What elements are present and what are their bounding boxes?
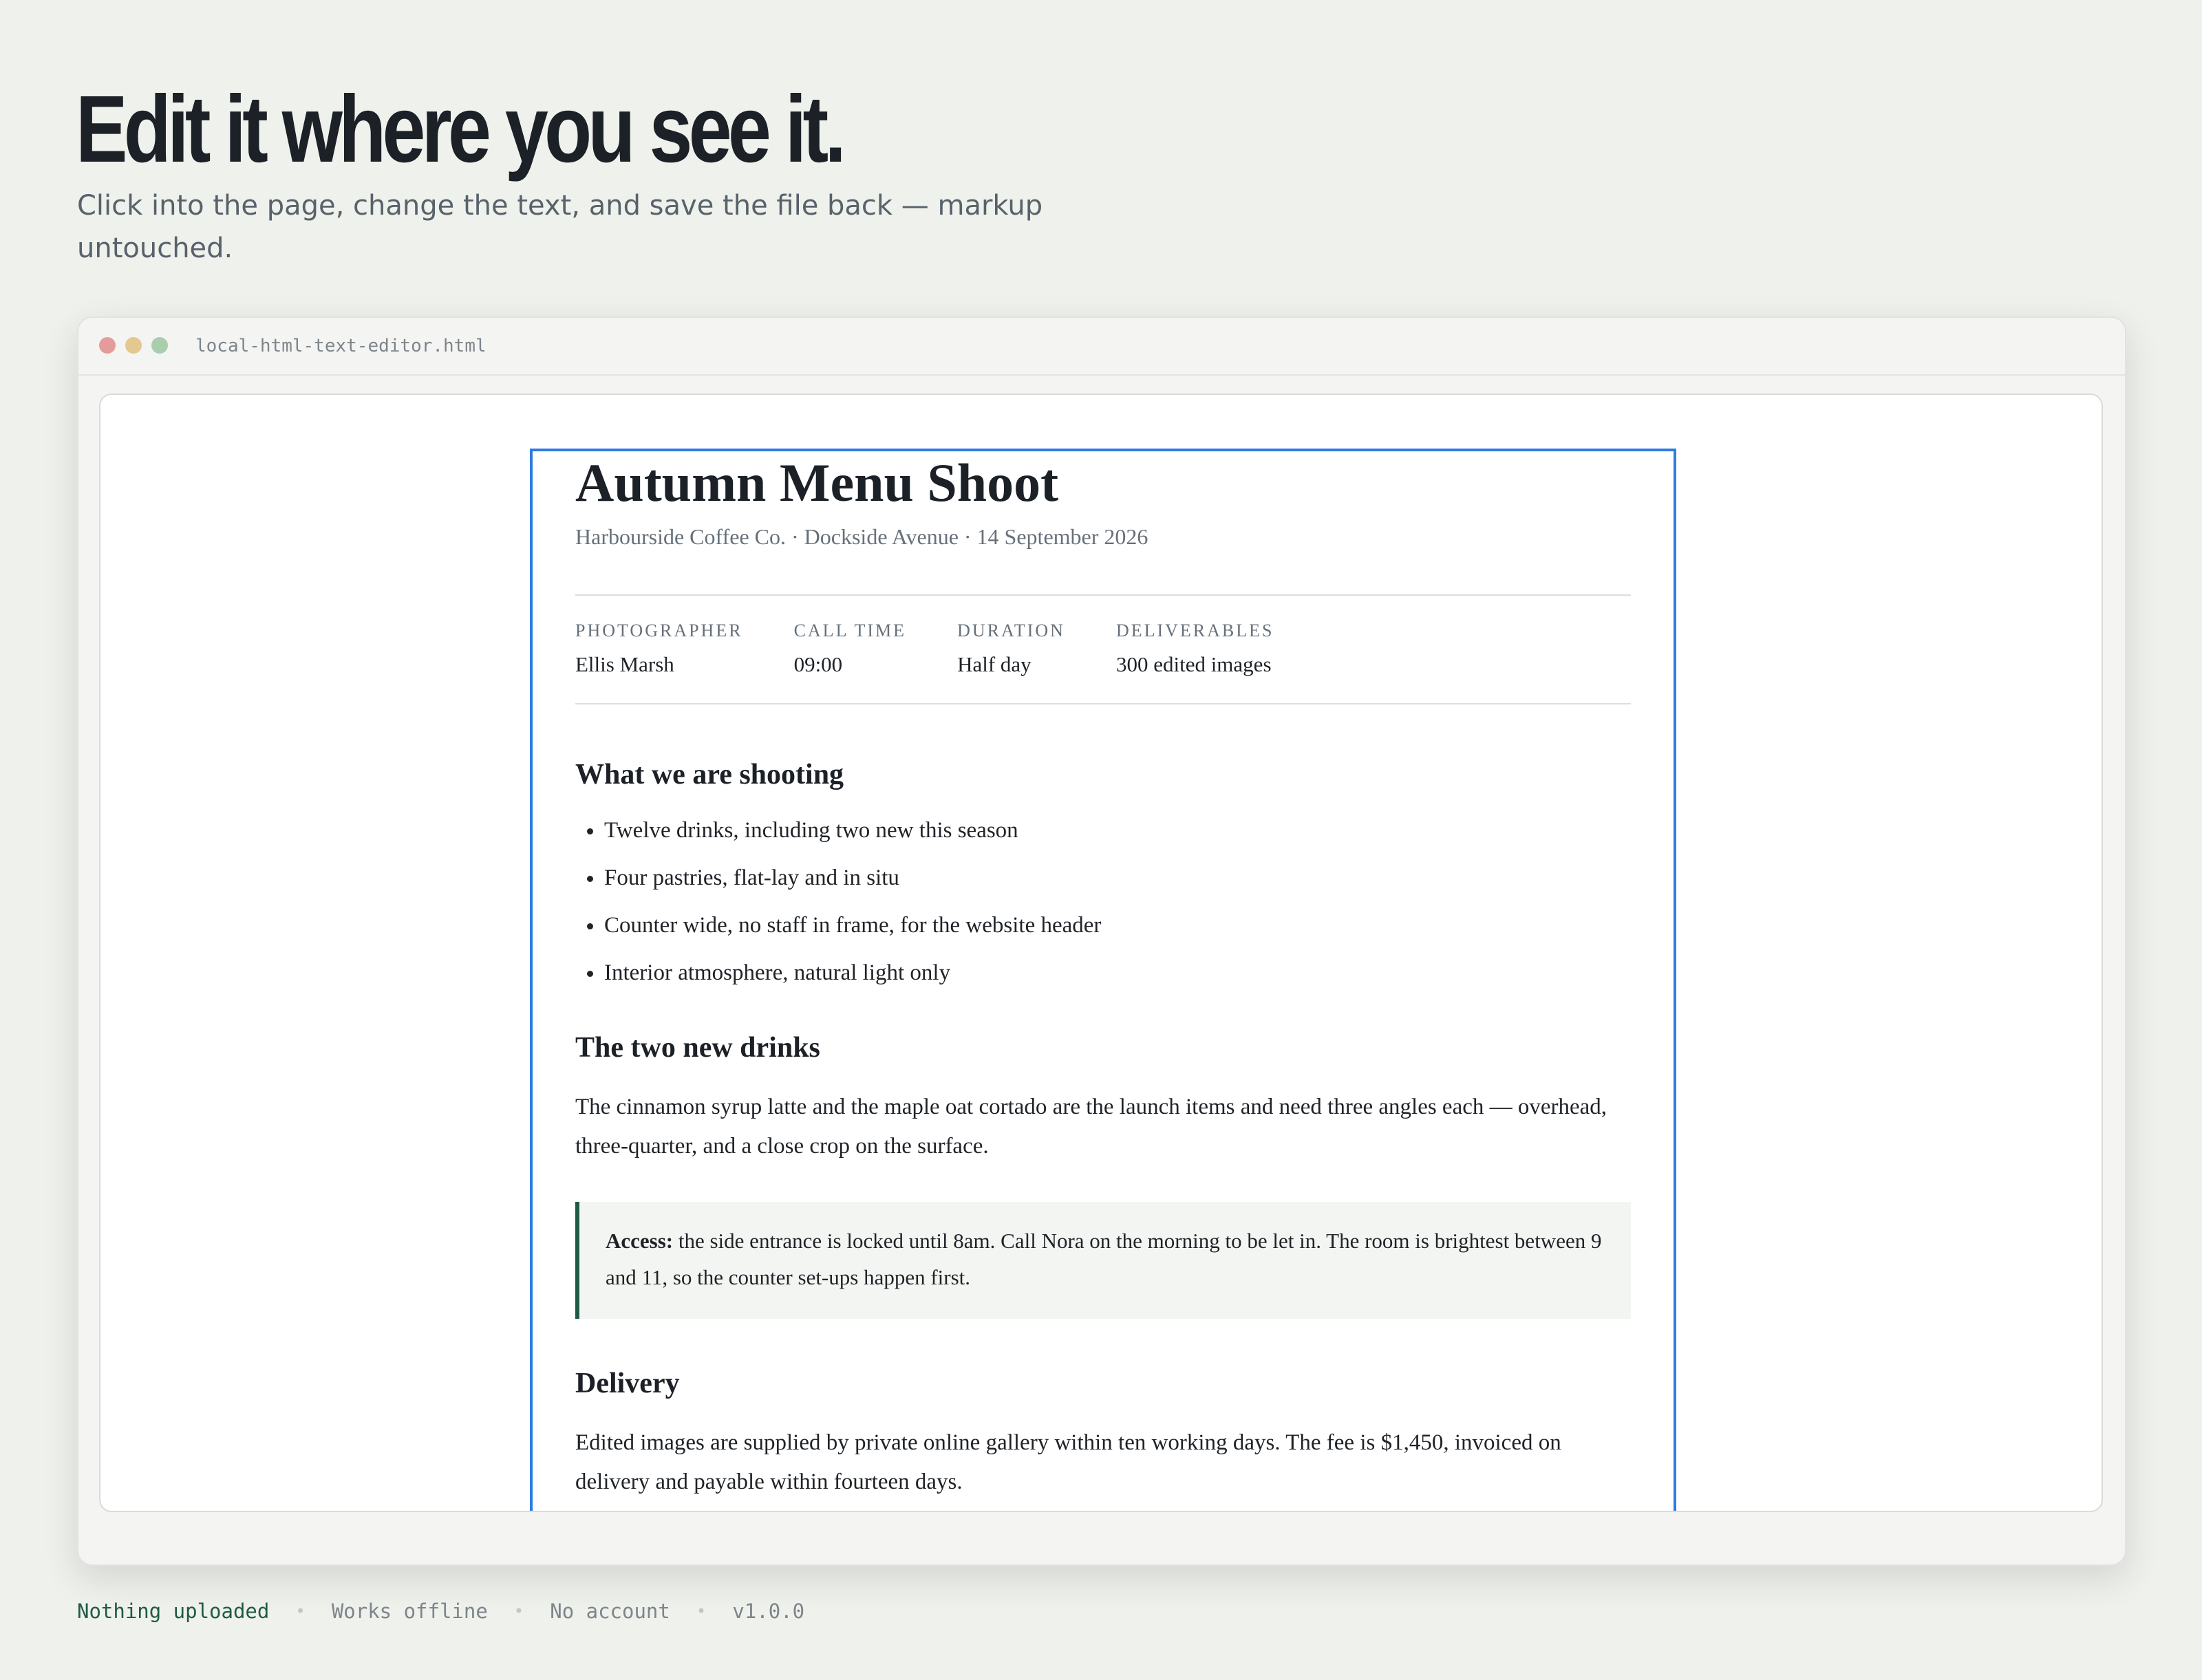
callout-text: the side entrance is locked until 8am. C… bbox=[606, 1229, 1602, 1289]
list-item[interactable]: Interior atmosphere, natural light only bbox=[604, 957, 1631, 989]
section-heading-new-drinks[interactable]: The two new drinks bbox=[575, 1029, 1631, 1067]
list-item[interactable]: Twelve drinks, including two new this se… bbox=[604, 815, 1631, 846]
close-window-dot-icon[interactable] bbox=[99, 337, 116, 354]
callout-label: Access: bbox=[606, 1229, 674, 1253]
footer-item-version: v1.0.0 bbox=[732, 1600, 805, 1623]
document-meta[interactable]: Harbourside Coffee Co. · Dockside Avenue… bbox=[575, 521, 1631, 552]
fact-deliverables: Deliverables 300 edited images bbox=[1116, 619, 1274, 678]
fact-label[interactable]: Duration bbox=[957, 619, 1065, 643]
maximize-window-dot-icon[interactable] bbox=[151, 337, 168, 354]
list-item[interactable]: Four pastries, flat-lay and in situ bbox=[604, 862, 1631, 894]
section-heading-shooting[interactable]: What we are shooting bbox=[575, 755, 1631, 794]
footer-item-nothing-uploaded: Nothing uploaded bbox=[77, 1600, 270, 1623]
list-item[interactable]: Counter wide, no staff in frame, for the… bbox=[604, 909, 1631, 941]
footer-item-no-account: No account bbox=[550, 1600, 670, 1623]
new-drinks-paragraph[interactable]: The cinnamon syrup latte and the maple o… bbox=[575, 1088, 1631, 1166]
window-titlebar: local-html-text-editor.html bbox=[78, 318, 2125, 376]
fact-photographer: Photographer Ellis Marsh bbox=[575, 619, 743, 678]
fact-label[interactable]: Deliverables bbox=[1116, 619, 1274, 643]
facts-row: Photographer Ellis Marsh Call time 09:00… bbox=[575, 594, 1631, 704]
minimize-window-dot-icon[interactable] bbox=[125, 337, 142, 354]
fact-value[interactable]: Half day bbox=[957, 651, 1065, 678]
window-filename: local-html-text-editor.html bbox=[195, 336, 487, 356]
access-callout[interactable]: Access: the side entrance is locked unti… bbox=[575, 1202, 1631, 1319]
page-viewport: Autumn Menu Shoot Harbourside Coffee Co.… bbox=[99, 394, 2103, 1512]
section-heading-delivery[interactable]: Delivery bbox=[575, 1364, 1631, 1403]
fact-value[interactable]: 300 edited images bbox=[1116, 651, 1274, 678]
footer-status: Nothing uploaded • Works offline • No ac… bbox=[77, 1597, 804, 1625]
shooting-list: Twelve drinks, including two new this se… bbox=[575, 815, 1631, 989]
fact-value[interactable]: 09:00 bbox=[794, 651, 907, 678]
hero-subtitle: Click into the page, change the text, an… bbox=[77, 190, 1043, 264]
document-title[interactable]: Autumn Menu Shoot bbox=[575, 451, 1631, 515]
bullet-separator-icon: • bbox=[513, 1602, 524, 1621]
fact-value[interactable]: Ellis Marsh bbox=[575, 651, 743, 678]
footer-item-works-offline: Works offline bbox=[331, 1600, 488, 1623]
fact-label[interactable]: Call time bbox=[794, 619, 907, 643]
bullet-separator-icon: • bbox=[696, 1602, 707, 1621]
hero-title: Edit it where you see it. bbox=[76, 76, 846, 182]
fact-call-time: Call time 09:00 bbox=[794, 619, 907, 678]
editable-document[interactable]: Autumn Menu Shoot Harbourside Coffee Co.… bbox=[530, 449, 1676, 1511]
fact-duration: Duration Half day bbox=[957, 619, 1065, 678]
app-window: local-html-text-editor.html Autumn Menu … bbox=[77, 316, 2126, 1566]
fact-label[interactable]: Photographer bbox=[575, 619, 743, 643]
delivery-paragraph[interactable]: Edited images are supplied by private on… bbox=[575, 1423, 1631, 1502]
bullet-separator-icon: • bbox=[295, 1602, 306, 1621]
